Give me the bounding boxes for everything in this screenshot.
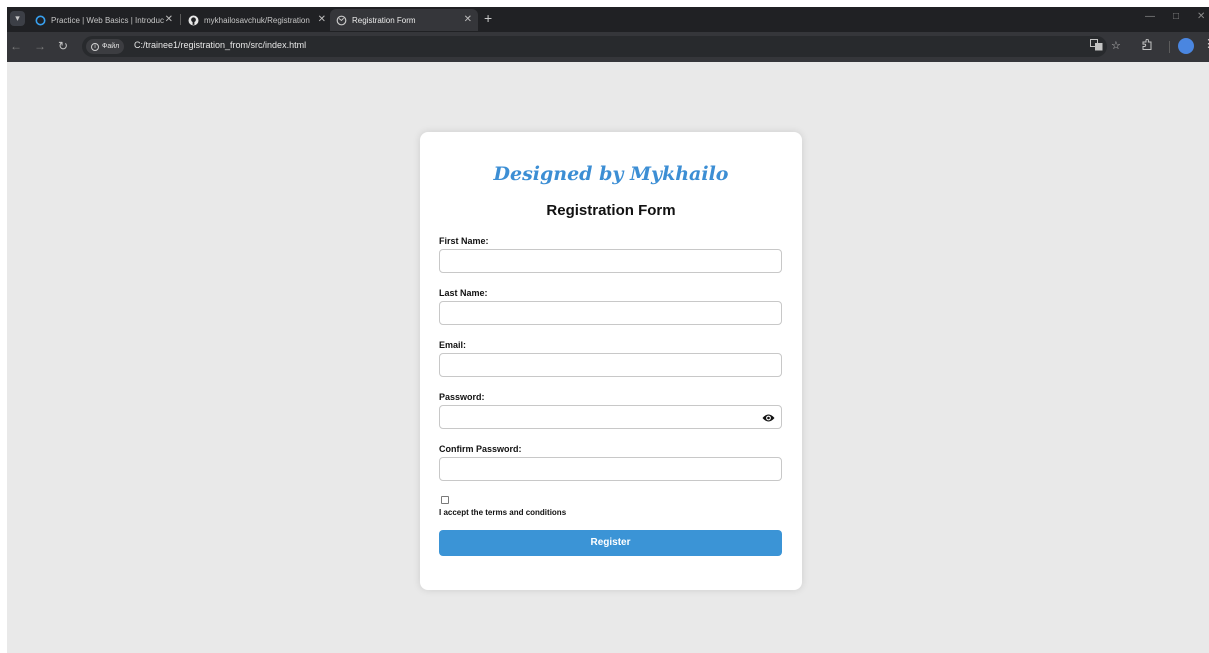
browser-window: ▾ Practice | Web Basics | Introduc ✕ myk… [7, 7, 1209, 653]
toolbar-divider [1169, 41, 1170, 53]
globe-icon [336, 15, 347, 26]
page-viewport: Designed by Mykhailo Registration Form F… [7, 62, 1209, 653]
tab-practice[interactable]: Practice | Web Basics | Introduc ✕ [29, 9, 179, 31]
tab-registration[interactable]: Registration Form ✕ [330, 9, 478, 31]
tab-strip: ▾ Practice | Web Basics | Introduc ✕ myk… [7, 7, 1209, 32]
eye-icon[interactable] [762, 411, 775, 423]
close-icon[interactable]: ✕ [165, 14, 173, 25]
arrow-right-icon[interactable]: → [34, 40, 46, 52]
edge-logo-icon [35, 15, 46, 26]
terms-label: I accept the terms and conditions [439, 508, 567, 517]
terms-checkbox[interactable] [441, 496, 449, 504]
url-text[interactable]: C:/trainee1/registration_from/src/index.… [134, 40, 306, 50]
site-info-chip[interactable]: i Файл [86, 39, 125, 54]
tab-title: Practice | Web Basics | Introduc [51, 15, 164, 25]
avatar[interactable] [1178, 38, 1194, 54]
puzzle-icon[interactable] [1141, 38, 1153, 55]
email-field[interactable] [439, 353, 782, 377]
kebab-menu-icon[interactable]: ⋮ [1203, 37, 1209, 50]
translate-icon[interactable] [1090, 39, 1103, 55]
tab-title: mykhailosavchuk/Registration [204, 15, 310, 25]
star-icon[interactable]: ☆ [1111, 39, 1121, 53]
github-icon [188, 15, 199, 26]
registration-card: Designed by Mykhailo Registration Form F… [420, 132, 802, 590]
email-label: Email: [439, 340, 467, 350]
password-field[interactable] [439, 405, 782, 429]
password-label: Password: [439, 392, 485, 402]
confirm-password-field[interactable] [439, 457, 782, 481]
designer-credit: Designed by Mykhailo [493, 163, 729, 185]
info-icon: i [91, 42, 99, 51]
site-info-label: Файл [102, 43, 120, 50]
browser-toolbar: ← → ↻ i Файл C:/trainee1/registration_fr… [7, 32, 1209, 62]
tab-title: Registration Form [352, 15, 416, 25]
close-icon[interactable]: ✕ [464, 14, 472, 25]
address-bar[interactable]: i Файл C:/trainee1/registration_from/src… [82, 36, 1107, 57]
minimize-icon[interactable]: — [1145, 11, 1155, 22]
close-icon[interactable]: ✕ [318, 14, 326, 25]
new-tab-icon[interactable]: + [484, 10, 492, 26]
register-button[interactable]: Register [439, 530, 782, 556]
first-name-label: First Name: [439, 236, 489, 246]
chevron-down-icon[interactable]: ▾ [10, 11, 25, 26]
maximize-icon[interactable]: □ [1173, 11, 1179, 22]
last-name-label: Last Name: [439, 288, 488, 298]
tab-divider [180, 14, 181, 25]
last-name-field[interactable] [439, 301, 782, 325]
tab-github[interactable]: mykhailosavchuk/Registration ✕ [182, 9, 332, 31]
confirm-password-label: Confirm Password: [439, 444, 522, 454]
close-window-icon[interactable]: ✕ [1197, 11, 1205, 22]
reload-icon[interactable]: ↻ [58, 40, 68, 52]
page-title: Registration Form [546, 202, 676, 219]
first-name-field[interactable] [439, 249, 782, 273]
arrow-left-icon[interactable]: ← [10, 40, 22, 52]
